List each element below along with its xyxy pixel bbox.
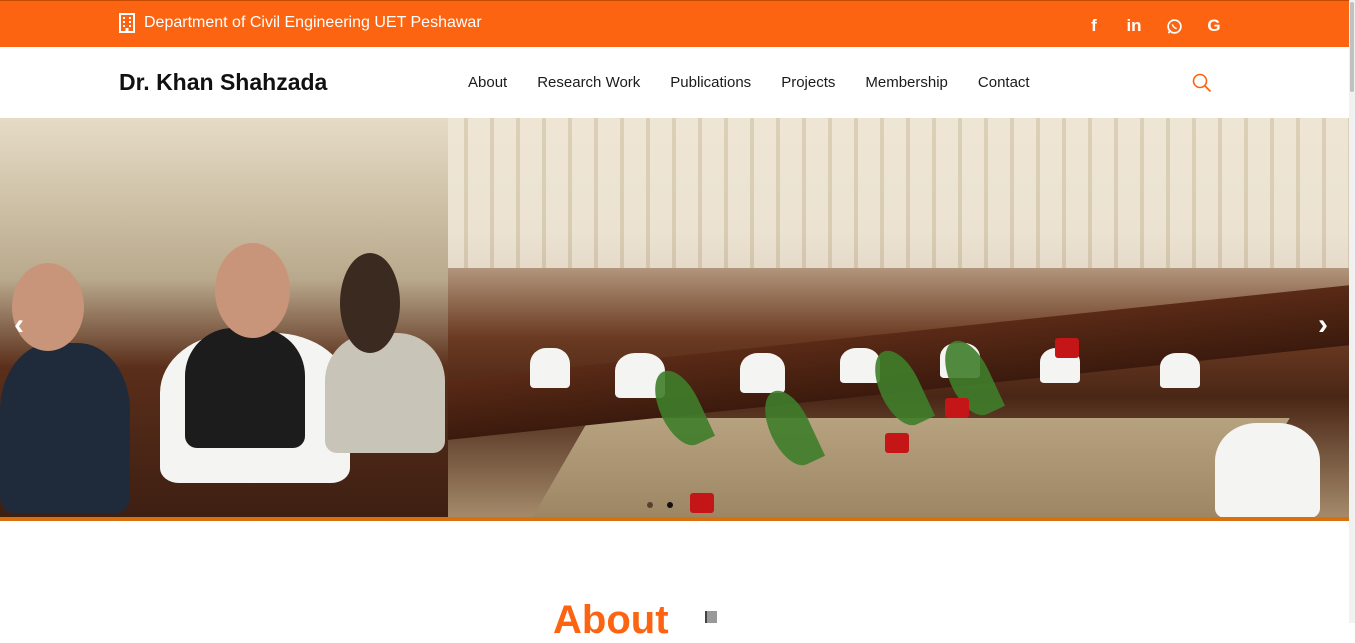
page-scrollbar[interactable] bbox=[1349, 0, 1355, 623]
whatsapp-icon[interactable] bbox=[1154, 14, 1194, 38]
hero-plant-pot bbox=[885, 433, 909, 453]
hero-person-head bbox=[215, 243, 290, 338]
hero-plant-pot bbox=[945, 398, 969, 418]
building-icon bbox=[119, 13, 135, 33]
hero-plant-pot bbox=[1055, 338, 1079, 358]
text-cursor-icon bbox=[705, 611, 717, 623]
hero-person-vest bbox=[185, 328, 305, 448]
nav-about[interactable]: About bbox=[468, 74, 507, 91]
hero-plant-pot bbox=[690, 493, 714, 513]
department-info: Department of Civil Engineering UET Pesh… bbox=[119, 13, 482, 33]
main-navbar: Dr. Khan Shahzada About Research Work Pu… bbox=[0, 47, 1349, 118]
hero-person bbox=[0, 343, 130, 513]
linkedin-icon[interactable]: in bbox=[1114, 14, 1154, 38]
social-links: f in G bbox=[1074, 14, 1234, 38]
carousel-prev-arrow[interactable]: ‹ bbox=[14, 308, 24, 342]
about-heading: About bbox=[553, 598, 669, 642]
hero-person bbox=[740, 353, 785, 393]
department-name: Department of Civil Engineering UET Pesh… bbox=[144, 14, 482, 31]
google-icon[interactable]: G bbox=[1194, 14, 1234, 38]
nav-membership[interactable]: Membership bbox=[865, 74, 948, 91]
facebook-icon[interactable]: f bbox=[1074, 14, 1114, 38]
carousel-dot[interactable] bbox=[647, 502, 653, 508]
main-menu: About Research Work Publications Project… bbox=[468, 74, 1060, 91]
search-icon[interactable] bbox=[1192, 73, 1212, 98]
nav-contact[interactable]: Contact bbox=[978, 74, 1030, 91]
carousel-indicators bbox=[647, 502, 673, 508]
hero-carousel: ‹ › bbox=[0, 118, 1349, 521]
hero-floor bbox=[530, 418, 1290, 517]
hero-person bbox=[1160, 353, 1200, 388]
scrollbar-thumb[interactable] bbox=[1350, 2, 1354, 92]
hero-person bbox=[530, 348, 570, 388]
nav-research-work[interactable]: Research Work bbox=[537, 74, 640, 91]
hero-person-head bbox=[340, 253, 400, 353]
top-bar: Department of Civil Engineering UET Pesh… bbox=[0, 0, 1349, 47]
hero-person bbox=[325, 333, 445, 453]
nav-publications[interactable]: Publications bbox=[670, 74, 751, 91]
nav-projects[interactable]: Projects bbox=[781, 74, 835, 91]
hero-person bbox=[1215, 423, 1320, 517]
carousel-next-arrow[interactable]: › bbox=[1318, 308, 1328, 342]
carousel-dot-active[interactable] bbox=[667, 502, 673, 508]
site-brand[interactable]: Dr. Khan Shahzada bbox=[119, 69, 327, 96]
